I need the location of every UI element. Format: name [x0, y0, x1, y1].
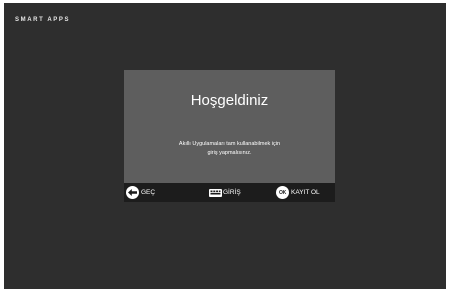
keyboard-icon — [209, 188, 222, 197]
login-button-label: GİRİŞ — [223, 189, 241, 196]
dialog-title: Hoşgeldiniz — [190, 92, 269, 109]
dialog-message-line1: Akıllı Uygulamaları tam kullanabilmek iç… — [178, 141, 281, 147]
register-button[interactable]: OK KAYIT OL — [276, 183, 320, 202]
dialog-body: Hoşgeldiniz Akıllı Uygulamaları tam kull… — [124, 70, 335, 183]
skip-button[interactable]: GEÇ — [126, 183, 155, 202]
skip-button-label: GEÇ — [141, 189, 156, 196]
dialog-button-bar: GEÇ GİRİŞ OK KAYIT OL — [124, 183, 335, 202]
dialog-message: Akıllı Uygulamaları tam kullanabilmek iç… — [144, 140, 315, 158]
register-button-label: KAYIT OL — [291, 189, 320, 196]
welcome-dialog: Hoşgeldiniz Akıllı Uygulamaları tam kull… — [124, 70, 335, 202]
login-button[interactable]: GİRİŞ — [209, 183, 241, 202]
arrow-left-icon — [126, 186, 139, 199]
tv-screen: SMART APPS Hoşgeldiniz Akıllı Uygulamala… — [4, 3, 446, 289]
ok-icon-text: OK — [278, 189, 287, 196]
ok-icon: OK — [276, 186, 289, 199]
dialog-message-line2: giriş yapmalısınız. — [207, 150, 252, 156]
app-title: SMART APPS — [15, 17, 71, 23]
